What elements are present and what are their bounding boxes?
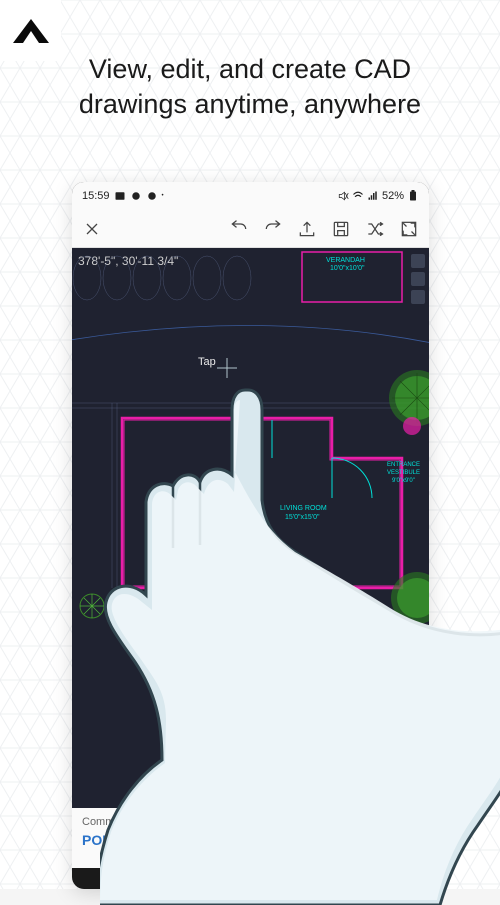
drawing-svg: VERANDAH 10'0"x10'0" LIVING ROOM 15'0"x1… <box>72 248 429 808</box>
command-history: Command: _PLINE <box>82 816 419 828</box>
phone-mockup: 15:59 • 52% 378'-5", 30'-11 3/4 <box>72 182 429 889</box>
drawing-canvas[interactable]: 378'-5", 30'-11 3/4" VERANDAH 10'0"x10'0… <box>72 248 429 808</box>
app-toolbar <box>72 210 429 248</box>
photo-icon <box>114 190 126 202</box>
marketing-headline: View, edit, and create CAD drawings anyt… <box>0 52 500 122</box>
bush-pink <box>403 417 421 435</box>
undo-icon[interactable] <box>229 219 249 239</box>
android-status-bar: 15:59 • 52% <box>72 182 429 210</box>
sync-icon <box>130 190 142 202</box>
living-dim: 15'0"x15'0" <box>285 514 320 521</box>
battery-icon <box>407 190 419 202</box>
command-keyword: POLYLINE <box>82 832 151 848</box>
command-bar[interactable]: Command: _PLINE POLYLINE Specify start p… <box>72 808 429 868</box>
headline-line1: View, edit, and create CAD <box>0 52 500 87</box>
tree <box>391 572 429 624</box>
expand-icon[interactable] <box>399 219 419 239</box>
close-icon[interactable] <box>82 219 102 239</box>
share-icon[interactable] <box>297 219 317 239</box>
living-label: LIVING ROOM <box>280 505 327 512</box>
verandah-dim: 10'0"x10'0" <box>330 265 365 272</box>
wifi-icon <box>352 190 364 202</box>
status-dot: • <box>162 193 164 199</box>
bush <box>80 594 104 618</box>
signal-icon <box>367 190 379 202</box>
save-icon[interactable] <box>331 219 351 239</box>
entrance-dim: 9'0"x9'0" <box>392 478 415 484</box>
entrance-label: ENTRANCE <box>387 462 420 468</box>
entrance-label2: VESTIBULE <box>387 470 420 476</box>
mute-icon <box>337 190 349 202</box>
headline-line2: drawings anytime, anywhere <box>0 87 500 122</box>
status-time: 15:59 <box>82 190 110 202</box>
shuffle-icon[interactable] <box>365 219 385 239</box>
command-prompt: Specify start po… <box>154 832 265 848</box>
verandah-label: VERANDAH <box>326 257 365 264</box>
app-status-icon <box>146 190 158 202</box>
bush <box>180 594 204 618</box>
redo-icon[interactable] <box>263 219 283 239</box>
tap-hint-label: Tap <box>198 356 216 368</box>
battery-percent: 52% <box>382 190 404 202</box>
bush <box>140 594 164 618</box>
